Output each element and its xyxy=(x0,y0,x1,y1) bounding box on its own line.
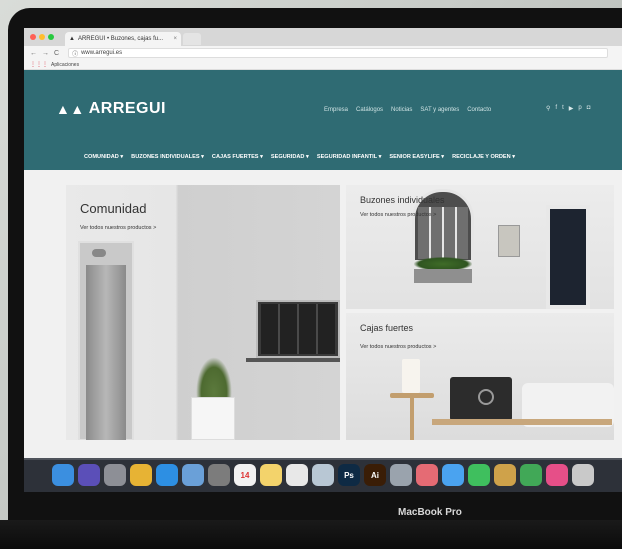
tile-buzones[interactable]: Buzones individuales Ver todos nuestros … xyxy=(346,185,614,309)
tile-link-comunidad[interactable]: Ver todos nuestros productos > xyxy=(80,225,156,231)
youtube-icon[interactable]: ▶ xyxy=(569,105,574,112)
tile-link-buzones[interactable]: Ver todos nuestros productos > xyxy=(360,212,436,218)
facetime-icon[interactable] xyxy=(468,464,490,486)
reload-icon[interactable]: C xyxy=(54,50,59,57)
screen: ▲ ARREGUI • Buzones, cajas fu... × ← → C… xyxy=(24,28,622,460)
letterbox-image xyxy=(498,225,520,257)
url-field[interactable]: ⓘ www.arregui.es xyxy=(68,48,609,58)
main-nav: COMUNIDAD ▾ BUZONES INDIVIDUALES ▾ CAJAS… xyxy=(84,154,523,160)
top-nav-empresa[interactable]: Empresa xyxy=(324,107,348,113)
top-nav-sat[interactable]: SAT y agentes xyxy=(420,107,459,113)
logo-triangle-icon: ▲▲ xyxy=(56,101,85,117)
finder-icon[interactable] xyxy=(52,464,74,486)
elevator-door-image xyxy=(86,265,126,440)
top-nav: Empresa Catálogos Noticias SAT y agentes… xyxy=(324,107,499,113)
chrome-icon[interactable] xyxy=(130,464,152,486)
main-nav-comunidad[interactable]: COMUNIDAD ▾ xyxy=(84,154,123,160)
photos-app-icon[interactable] xyxy=(416,464,438,486)
favicon-icon: ▲ xyxy=(69,36,75,42)
browser-tab-bar: ▲ ARREGUI • Buzones, cajas fu... × xyxy=(24,28,622,46)
planter-image xyxy=(191,397,235,440)
facebook-icon[interactable]: f xyxy=(555,105,557,112)
door-image xyxy=(546,205,590,309)
messages-icon[interactable] xyxy=(442,464,464,486)
main-nav-seguridad[interactable]: SEGURIDAD ▾ xyxy=(271,154,309,160)
content-area: Comunidad Ver todos nuestros productos >… xyxy=(24,170,622,460)
instagram-icon[interactable]: ◘ xyxy=(587,105,591,112)
mail-icon[interactable] xyxy=(494,464,516,486)
candle-image xyxy=(402,359,420,393)
main-nav-seguridad-infantil[interactable]: SEGURIDAD INFANTIL ▾ xyxy=(317,154,382,160)
itunes-icon[interactable] xyxy=(546,464,568,486)
tile-title-comunidad: Comunidad xyxy=(80,201,147,216)
tile-comunidad[interactable]: Comunidad Ver todos nuestros productos > xyxy=(66,185,340,440)
main-nav-cajas[interactable]: CAJAS FUERTES ▾ xyxy=(212,154,263,160)
macos-dock: 14 Ps Ai xyxy=(24,458,622,492)
site-logo[interactable]: ▲▲ ARREGUI xyxy=(56,100,166,118)
flowerbox-image xyxy=(414,269,472,283)
elevator-panel-image xyxy=(92,249,106,257)
calendar-icon[interactable]: 14 xyxy=(234,464,256,486)
illustrator-icon[interactable]: Ai xyxy=(364,464,386,486)
apps-grid-icon: ⋮⋮⋮ xyxy=(30,62,48,68)
tab-title: ARREGUI • Buzones, cajas fu... xyxy=(77,36,164,42)
new-tab-button[interactable] xyxy=(183,33,201,45)
textedit-icon[interactable] xyxy=(286,464,308,486)
brand-name: ARREGUI xyxy=(88,100,166,117)
main-nav-senior[interactable]: SENIOR EASYLIFE ▾ xyxy=(389,154,444,160)
main-nav-buzones[interactable]: BUZONES INDIVIDUALES ▾ xyxy=(131,154,204,160)
minimize-window-dot[interactable] xyxy=(39,34,45,40)
photoshop-icon[interactable]: Ps xyxy=(338,464,360,486)
tab-close-icon[interactable]: × xyxy=(173,36,177,42)
info-icon: ⓘ xyxy=(72,51,79,58)
back-icon[interactable]: ← xyxy=(30,50,37,57)
mailbox-grid-image xyxy=(261,304,335,354)
top-nav-noticias[interactable]: Noticias xyxy=(391,107,412,113)
safe-dial-image xyxy=(478,389,494,405)
close-window-dot[interactable] xyxy=(30,34,36,40)
plant-image xyxy=(196,357,232,401)
device-label: MacBook Pro xyxy=(398,507,462,518)
tile-link-cajas[interactable]: Ver todos nuestros productos > xyxy=(360,344,436,350)
browser-tab[interactable]: ▲ ARREGUI • Buzones, cajas fu... × xyxy=(65,32,181,46)
twitter-icon[interactable]: t xyxy=(562,105,564,112)
trash-icon[interactable] xyxy=(572,464,594,486)
main-nav-reciclaje[interactable]: RECICLAJE Y ORDEN ▾ xyxy=(452,154,515,160)
bookmarks-bar: ⋮⋮⋮ Aplicaciones xyxy=(24,60,622,70)
url-text: www.arregui.es xyxy=(81,50,123,56)
photos-icon[interactable] xyxy=(182,464,204,486)
launchpad-icon[interactable] xyxy=(104,464,126,486)
maximize-window-dot[interactable] xyxy=(48,34,54,40)
address-bar-row: ← → C ⓘ www.arregui.es xyxy=(24,46,622,60)
pinterest-icon[interactable]: p xyxy=(578,105,581,112)
top-nav-contacto[interactable]: Contacto xyxy=(467,107,491,113)
bookmark-apps[interactable]: Aplicaciones xyxy=(51,62,79,68)
social-icons: ⚲ f t ▶ p ◘ xyxy=(546,105,595,112)
app-icon[interactable] xyxy=(390,464,412,486)
preview-icon[interactable] xyxy=(312,464,334,486)
table-image xyxy=(432,419,612,425)
search-icon[interactable]: ⚲ xyxy=(546,105,550,112)
keyboard-edge xyxy=(0,520,622,549)
stool-image xyxy=(392,395,432,440)
system-preferences-icon[interactable] xyxy=(208,464,230,486)
numbers-icon[interactable] xyxy=(520,464,542,486)
tile-title-cajas: Cajas fuertes xyxy=(360,323,414,333)
site-header: ▲▲ ARREGUI Empresa Catálogos Noticias SA… xyxy=(24,70,622,170)
forward-icon[interactable]: → xyxy=(42,50,49,57)
safari-icon[interactable] xyxy=(156,464,178,486)
top-nav-catalogos[interactable]: Catálogos xyxy=(356,107,383,113)
shelf-image xyxy=(246,358,340,362)
siri-icon[interactable] xyxy=(78,464,100,486)
tile-cajas[interactable]: Cajas fuertes Ver todos nuestros product… xyxy=(346,313,614,440)
notes-icon[interactable] xyxy=(260,464,282,486)
tile-title-buzones: Buzones individuales xyxy=(360,195,445,205)
